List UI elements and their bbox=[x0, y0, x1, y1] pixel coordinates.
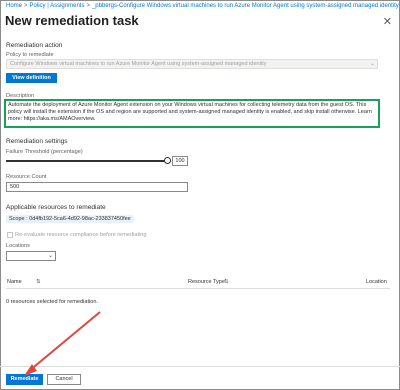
annotation-arrow bbox=[24, 311, 101, 376]
annotation-arrow-shaft bbox=[28, 311, 101, 372]
